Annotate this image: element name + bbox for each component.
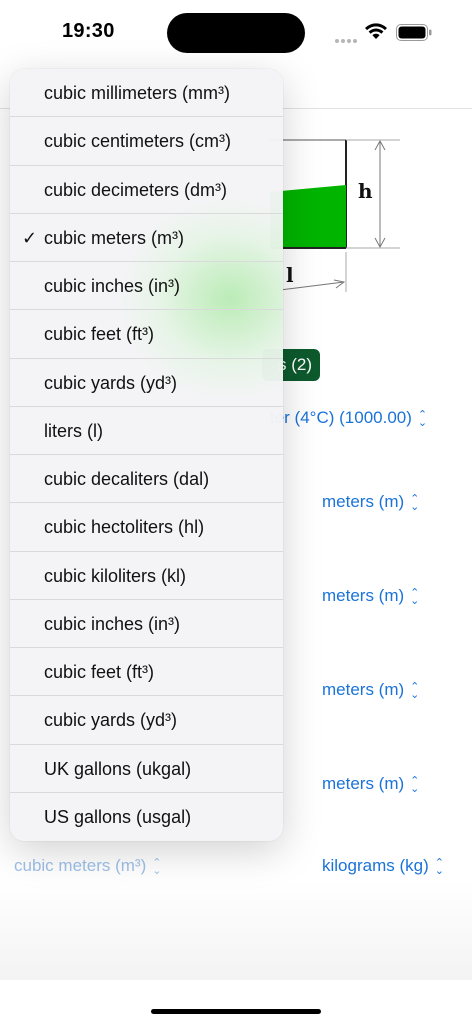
status-bar: 19:30 xyxy=(0,0,472,66)
menu-item-label: cubic feet (ft³) xyxy=(44,662,155,682)
length-label: l xyxy=(286,263,294,287)
menu-item-label: cubic kiloliters (kl) xyxy=(44,565,187,586)
density-picker[interactable]: ter (4°C) (1000.00) ⌃ ⌄ xyxy=(270,408,427,428)
fill-unit-label: meters (m) xyxy=(322,774,405,793)
height-label: h xyxy=(358,179,373,203)
volume-unit-picker[interactable]: cubic meters (m³) ⌃ ⌄ xyxy=(14,856,161,876)
menu-item[interactable]: cubic feet (ft³) xyxy=(10,310,283,359)
volume-unit-menu: cubic millimeters (mm³) cubic centimeters… xyxy=(10,69,283,841)
height-unit-label: meters (m) xyxy=(322,680,405,699)
volume-unit-label: cubic meters (m³) xyxy=(14,856,147,875)
home-indicator xyxy=(151,1009,321,1014)
chevron-up-down-icon: ⌃ ⌄ xyxy=(410,492,420,513)
menu-item[interactable]: liters (l) xyxy=(10,407,283,455)
menu-list: cubic millimeters (mm³) cubic centimeters… xyxy=(10,69,283,841)
length-unit-picker[interactable]: meters (m) ⌃ ⌄ xyxy=(322,492,419,512)
menu-item[interactable]: cubic kiloliters (kl) xyxy=(10,552,283,600)
menu-item-label: cubic millimeters (mm³) xyxy=(44,83,230,103)
mass-unit-label: kilograms (kg) xyxy=(322,856,429,875)
menu-item[interactable]: cubic centimeters (cm³) xyxy=(10,117,283,166)
chevron-up-down-icon: ⌃ ⌄ xyxy=(152,856,162,877)
menu-item-label: cubic yards (yd³) xyxy=(44,710,178,731)
menu-item[interactable]: cubic decimeters (dm³) xyxy=(10,166,283,214)
height-unit-picker[interactable]: meters (m) ⌃ ⌄ xyxy=(322,680,419,700)
menu-item-label: liters (l) xyxy=(44,420,103,441)
container-diagram: h l xyxy=(270,139,400,292)
chevron-up-down-icon: ⌃ ⌄ xyxy=(410,774,420,795)
menu-item[interactable]: cubic inches (in³) xyxy=(10,262,283,311)
menu-item-label: cubic centimeters (cm³) xyxy=(44,131,232,152)
menu-item[interactable]: US gallons (usgal) xyxy=(10,793,283,841)
checkmark-icon: ✓ xyxy=(22,227,38,248)
menu-item[interactable]: UK gallons (ukgal) xyxy=(10,745,283,793)
length-unit-label: meters (m) xyxy=(322,492,405,511)
chevron-up-down-icon: ⌃ ⌄ xyxy=(410,586,420,607)
density-picker-label: ter (4°C) (1000.00) xyxy=(270,408,412,427)
menu-item[interactable]: cubic yards (yd³) xyxy=(10,359,283,407)
menu-item-label: cubic meters (m³) xyxy=(44,227,185,248)
battery-icon xyxy=(396,24,432,41)
width-unit-picker[interactable]: meters (m) ⌃ ⌄ xyxy=(322,586,419,606)
cellular-signal-icon xyxy=(335,30,359,48)
width-unit-label: meters (m) xyxy=(322,586,405,605)
menu-item-label: cubic yards (yd³) xyxy=(44,372,178,393)
menu-item-label: cubic decaliters (dal) xyxy=(44,469,210,489)
menu-item[interactable]: cubic hectoliters (hl) xyxy=(10,503,283,552)
dynamic-island xyxy=(167,13,305,53)
chevron-up-down-icon: ⌃ ⌄ xyxy=(410,680,420,701)
menu-item-label: cubic inches (in³) xyxy=(44,276,181,296)
menu-item[interactable]: cubic feet (ft³) xyxy=(10,648,283,697)
mass-unit-picker[interactable]: kilograms (kg) ⌃ ⌄ xyxy=(322,856,444,876)
menu-item-label: cubic hectoliters (hl) xyxy=(44,517,205,538)
chevron-up-down-icon: ⌃ ⌄ xyxy=(434,856,444,877)
status-time: 19:30 xyxy=(62,20,115,42)
menu-item-label: cubic decimeters (dm³) xyxy=(44,179,228,200)
menu-item-label: UK gallons (ukgal) xyxy=(44,758,192,779)
menu-item[interactable]: cubic yards (yd³) xyxy=(10,696,283,745)
menu-item[interactable]: ✓ cubic meters (m³) xyxy=(10,214,283,262)
fill-unit-picker[interactable]: meters (m) ⌃ ⌄ xyxy=(322,774,419,794)
chevron-up-down-icon: ⌃ ⌄ xyxy=(417,408,428,429)
menu-item[interactable]: cubic millimeters (mm³) xyxy=(10,69,283,118)
menu-item[interactable]: cubic inches (in³) xyxy=(10,600,283,648)
menu-item[interactable]: cubic decaliters (dal) xyxy=(10,455,283,504)
menu-item-label: cubic inches (in³) xyxy=(44,613,181,634)
bottom-fade xyxy=(0,880,472,980)
menu-item-label: cubic feet (ft³) xyxy=(44,324,155,345)
wifi-icon xyxy=(365,23,387,39)
menu-item-label: US gallons (usgal) xyxy=(44,806,192,827)
